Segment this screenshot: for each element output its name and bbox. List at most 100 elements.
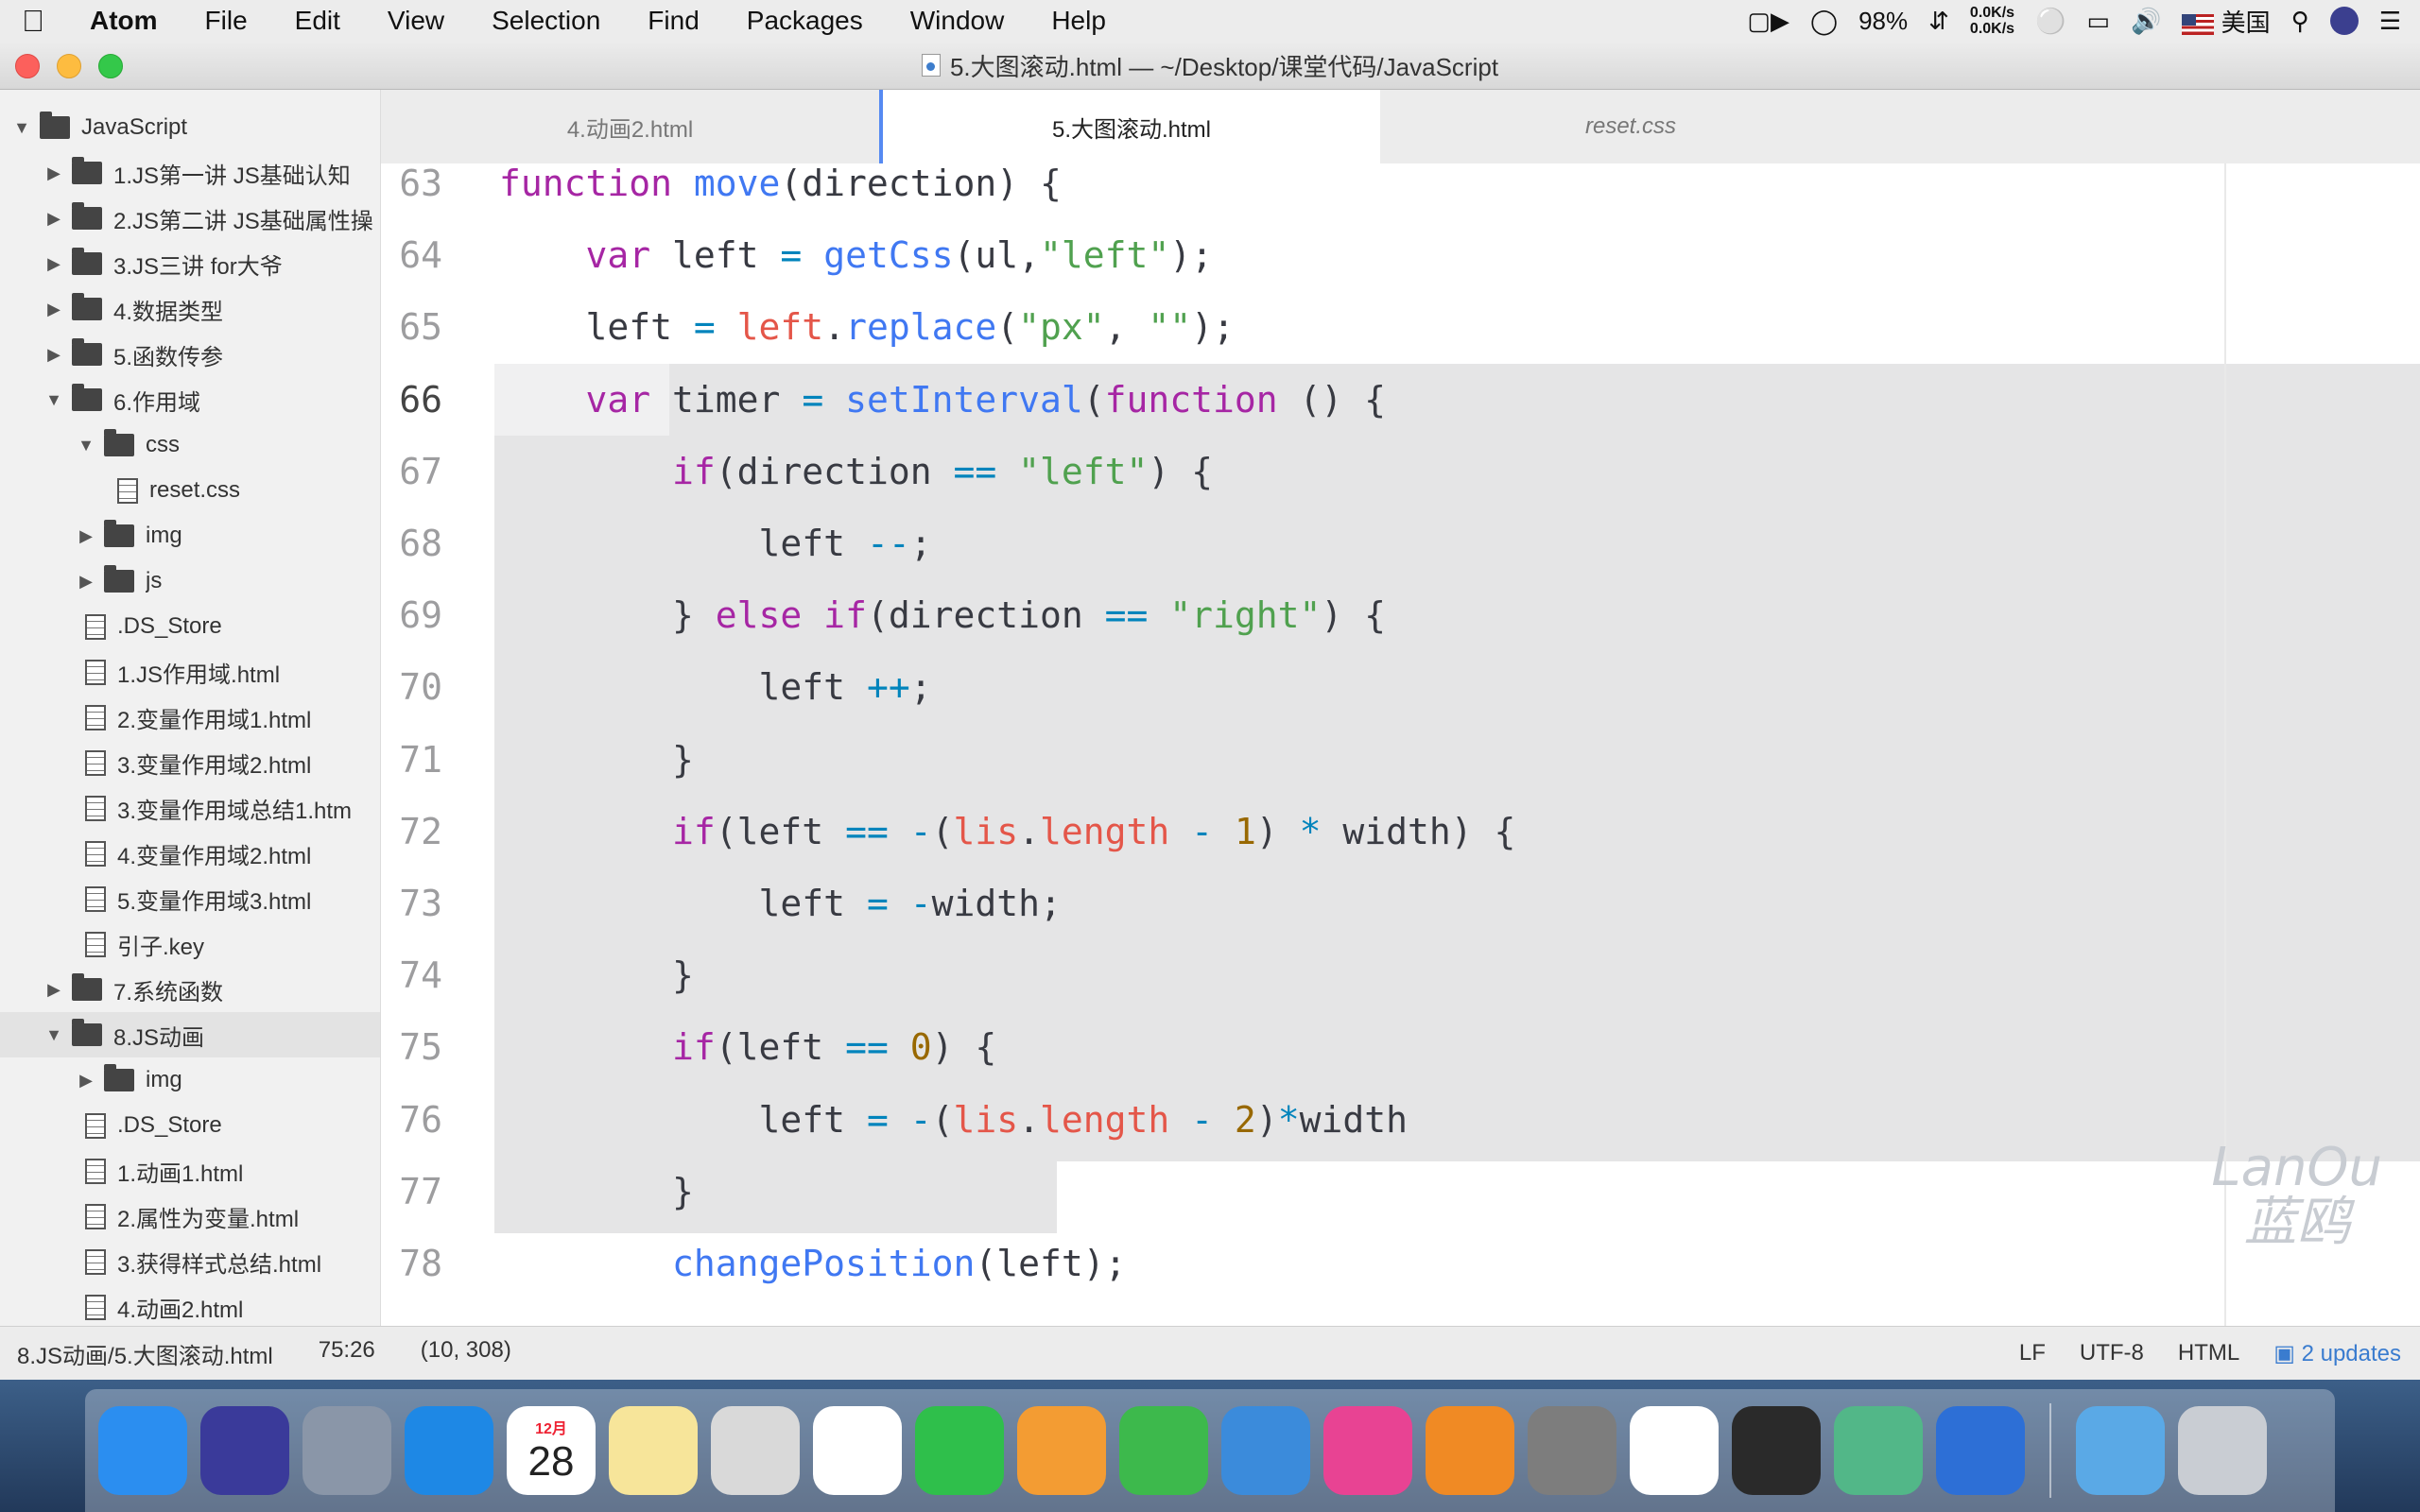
tree-item[interactable]: ▶ 1.JS第一讲 JS基础认知 <box>0 150 380 196</box>
tree-item[interactable]: 3.获得样式总结.html <box>0 1239 380 1284</box>
tree-item[interactable]: ▶ 7.系统函数 <box>0 967 380 1012</box>
encoding[interactable]: UTF-8 <box>2080 1340 2144 1366</box>
trash-icon[interactable] <box>2178 1406 2267 1495</box>
launchpad-icon[interactable] <box>302 1406 391 1495</box>
chevron-right-icon[interactable]: ▶ <box>43 300 64 319</box>
tree-item[interactable]: ▶ 3.JS三讲 for大爷 <box>0 241 380 286</box>
downloads-icon[interactable] <box>2076 1406 2165 1495</box>
tree-item[interactable]: ▶ 5.函数传参 <box>0 332 380 377</box>
line-number[interactable]: 76 <box>381 1099 499 1141</box>
calendar-icon[interactable]: 12月 28 <box>507 1406 596 1495</box>
system-preferences-icon[interactable] <box>1528 1406 1616 1495</box>
keynote-icon[interactable] <box>1221 1406 1310 1495</box>
menu-atom[interactable]: Atom <box>66 6 182 36</box>
line-number[interactable]: 73 <box>381 883 499 924</box>
pages-icon[interactable] <box>1017 1406 1106 1495</box>
line-number[interactable]: 75 <box>381 1026 499 1068</box>
tab-donghua2[interactable]: 4.动画2.html <box>381 90 879 163</box>
line-number[interactable]: 63 <box>381 163 499 204</box>
wifi-icon[interactable]: ⚪ <box>2035 7 2066 36</box>
cursor-position[interactable]: 75:26 <box>319 1337 375 1370</box>
numbers-icon[interactable] <box>1119 1406 1208 1495</box>
tree-item[interactable]: ▶ img <box>0 1057 380 1103</box>
close-window-button[interactable] <box>15 54 40 78</box>
menu-edit[interactable]: Edit <box>271 6 364 36</box>
preview-icon[interactable] <box>711 1406 800 1495</box>
chevron-right-icon[interactable]: ▶ <box>43 163 64 183</box>
line-number[interactable]: 65 <box>381 306 499 348</box>
tree-item[interactable]: 4.变量作用域2.html <box>0 831 380 876</box>
sync-icon[interactable]: ◯ <box>1810 7 1838 36</box>
airplay-icon[interactable]: ▭ <box>2086 7 2110 36</box>
screen-recorder-icon[interactable] <box>1936 1406 2025 1495</box>
finder-icon[interactable] <box>98 1406 187 1495</box>
itunes-icon[interactable] <box>1323 1406 1412 1495</box>
chevron-right-icon[interactable]: ▶ <box>43 209 64 229</box>
menu-help[interactable]: Help <box>1028 6 1130 36</box>
line-number[interactable]: 64 <box>381 234 499 276</box>
tree-item[interactable]: .DS_Store <box>0 1103 380 1148</box>
chevron-right-icon[interactable]: ▶ <box>76 1071 96 1091</box>
menu-find[interactable]: Find <box>624 6 722 36</box>
line-ending[interactable]: LF <box>2019 1340 2046 1366</box>
line-number[interactable]: 78 <box>381 1243 499 1284</box>
chevron-down-icon[interactable]: ▼ <box>43 1025 64 1045</box>
updates-link[interactable]: ▣ 2 updates <box>2273 1340 2401 1367</box>
safari-icon[interactable] <box>405 1406 493 1495</box>
ibooks-icon[interactable] <box>1426 1406 1514 1495</box>
chevron-down-icon[interactable]: ▼ <box>76 436 96 455</box>
menu-window[interactable]: Window <box>887 6 1028 36</box>
tab-datugundong[interactable]: 5.大图滚动.html <box>879 90 1380 164</box>
user-avatar[interactable] <box>2329 7 2359 35</box>
notification-center-icon[interactable]: ☰ <box>2379 7 2401 36</box>
line-number[interactable]: 66 <box>381 379 499 421</box>
tree-item[interactable]: reset.css <box>0 468 380 513</box>
tree-item[interactable]: ▼ css <box>0 422 380 468</box>
grammar[interactable]: HTML <box>2178 1340 2239 1366</box>
tree-item[interactable]: ▶ 4.数据类型 <box>0 286 380 332</box>
chevron-right-icon[interactable]: ▶ <box>76 572 96 592</box>
menu-packages[interactable]: Packages <box>723 6 887 36</box>
chevron-right-icon[interactable]: ▶ <box>43 345 64 365</box>
line-number[interactable]: 77 <box>381 1171 499 1212</box>
xmind-icon[interactable] <box>1732 1406 1821 1495</box>
menu-view[interactable]: View <box>364 6 468 36</box>
chrome-icon[interactable] <box>1630 1406 1719 1495</box>
tree-item[interactable]: 2.属性为变量.html <box>0 1194 380 1239</box>
line-number[interactable]: 68 <box>381 523 499 564</box>
tree-item[interactable]: 1.JS作用域.html <box>0 649 380 695</box>
zoom-window-button[interactable] <box>98 54 123 78</box>
siri-icon[interactable] <box>200 1406 289 1495</box>
apple-menu-icon[interactable]:  <box>0 4 66 39</box>
chevron-right-icon[interactable]: ▶ <box>43 254 64 274</box>
atom-icon[interactable] <box>1834 1406 1923 1495</box>
chevron-down-icon[interactable]: ▼ <box>43 390 64 410</box>
text-editor[interactable]: 63 function move(direction) {64 var left … <box>381 163 2420 1326</box>
line-number[interactable]: 71 <box>381 739 499 781</box>
line-number[interactable]: 74 <box>381 954 499 996</box>
tree-item[interactable]: 1.动画1.html <box>0 1148 380 1194</box>
tree-item[interactable]: .DS_Store <box>0 604 380 649</box>
line-number[interactable]: 67 <box>381 451 499 492</box>
tree-item[interactable]: ▶ js <box>0 558 380 604</box>
tree-root[interactable]: ▼ JavaScript <box>0 105 380 150</box>
tree-item[interactable]: ▶ img <box>0 513 380 558</box>
tree-item[interactable]: 5.变量作用域3.html <box>0 876 380 921</box>
tree-item[interactable]: 3.变量作用域2.html <box>0 740 380 785</box>
input-source[interactable]: 美国 <box>2182 4 2271 39</box>
tab-reset-css[interactable]: reset.css <box>1380 90 1881 163</box>
screen-record-icon[interactable]: ▢▶ <box>1747 7 1789 36</box>
chevron-right-icon[interactable]: ▶ <box>43 980 64 1000</box>
tree-item[interactable]: ▼ 6.作用域 <box>0 377 380 422</box>
menu-file[interactable]: File <box>182 6 271 36</box>
tree-item[interactable]: 引子.key <box>0 921 380 967</box>
minimize-window-button[interactable] <box>57 54 81 78</box>
notes-icon[interactable] <box>609 1406 698 1495</box>
spotlight-icon[interactable]: ⚲ <box>2291 7 2309 36</box>
tree-item[interactable]: 2.变量作用域1.html <box>0 695 380 740</box>
volume-icon[interactable]: 🔊 <box>2131 7 2161 36</box>
line-number[interactable]: 72 <box>381 811 499 852</box>
line-number[interactable]: 70 <box>381 666 499 708</box>
tree-item[interactable]: ▶ 2.JS第二讲 JS基础属性操 <box>0 196 380 241</box>
tree-item[interactable]: ▼ 8.JS动画 <box>0 1012 380 1057</box>
